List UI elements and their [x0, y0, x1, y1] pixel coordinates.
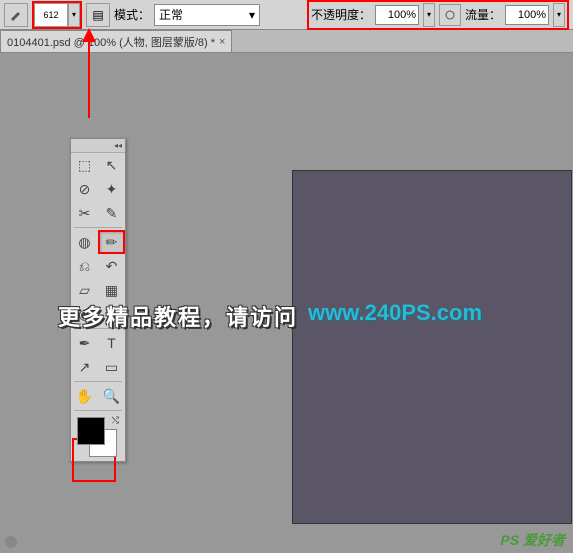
annotation-arrow-head — [82, 28, 96, 42]
watermark-text: 更多精品教程，请访问 — [58, 300, 298, 332]
type-tool-icon[interactable]: T — [98, 331, 125, 355]
flow-label: 流量： — [465, 6, 501, 23]
brush-size-dropdown-icon[interactable]: ▾ — [68, 3, 80, 27]
tools-grid: ⬚ ↖ ⊘ ✦ ✂ ✎ ◍ ✏ ⎌ ↶ ▱ ▦ ◉ ◐ ✒ T ↗ ▭ ✋ 🔍 — [71, 153, 125, 413]
pen-tool-icon[interactable]: ✒ — [71, 331, 98, 355]
flow-input[interactable]: 100% — [505, 5, 549, 25]
footer-logo-text: UiBQ.com — [21, 534, 84, 549]
collapse-icon[interactable]: ◂◂ — [114, 141, 122, 150]
annotation-arrow-line — [88, 30, 90, 118]
history-brush-tool-icon[interactable]: ↶ — [98, 254, 125, 278]
tool-preset-button[interactable] — [4, 3, 28, 27]
brush-tool-icon[interactable]: ✏ — [98, 230, 125, 254]
wand-tool-icon[interactable]: ✦ — [98, 177, 125, 201]
tool-separator — [74, 410, 122, 411]
footer-logo: UiBQ.com — [4, 534, 84, 549]
brush-preset-highlight: 612 ▾ — [32, 1, 82, 29]
flow-dropdown-icon[interactable]: ▾ — [553, 3, 565, 27]
marquee-tool-icon[interactable]: ⬚ — [71, 153, 98, 177]
crop-tool-icon[interactable]: ✂ — [71, 201, 98, 225]
tool-separator — [74, 381, 122, 382]
document-tab-title: 0104401.psd @ 100% (人物, 图层蒙版/8) * — [7, 34, 215, 50]
opacity-input[interactable]: 100% — [375, 5, 419, 25]
logo-icon — [4, 535, 18, 549]
zoom-tool-icon[interactable]: 🔍 — [98, 384, 125, 408]
opacity-label: 不透明度： — [311, 6, 371, 23]
foreground-color-swatch[interactable] — [77, 417, 105, 445]
shape-tool-icon[interactable]: ▭ — [98, 355, 125, 379]
opacity-flow-highlight: 不透明度： 100% ▾ 流量： 100% ▾ — [307, 0, 569, 30]
tools-panel-header[interactable]: ◂◂ — [71, 139, 125, 153]
hand-tool-icon[interactable]: ✋ — [71, 384, 98, 408]
mode-label: 模式： — [114, 6, 150, 23]
tab-close-icon[interactable]: × — [219, 36, 225, 48]
eyedropper-tool-icon[interactable]: ✎ — [98, 201, 125, 225]
gradient-tool-icon[interactable]: ▦ — [98, 278, 125, 302]
heal-tool-icon[interactable]: ◍ — [71, 230, 98, 254]
opacity-dropdown-icon[interactable]: ▾ — [423, 3, 435, 27]
document-tab[interactable]: 0104401.psd @ 100% (人物, 图层蒙版/8) * × — [0, 30, 232, 52]
move-tool-icon[interactable]: ↖ — [98, 153, 125, 177]
brush-size-display[interactable]: 612 — [34, 3, 68, 27]
swap-colors-icon[interactable]: ⤭ — [112, 415, 119, 426]
mode-select[interactable]: 正常 ▾ — [154, 4, 260, 26]
stamp-tool-icon[interactable]: ⎌ — [71, 254, 98, 278]
brush-panel-toggle-icon[interactable]: ▤ — [86, 3, 110, 27]
footer-right-text: PS 爱好者 — [500, 530, 565, 550]
eraser-tool-icon[interactable]: ▱ — [71, 278, 98, 302]
watermark-url: www.240PS.com — [308, 300, 482, 326]
options-bar: 612 ▾ ▤ 模式： 正常 ▾ 不透明度： 100% ▾ 流量： 100% ▾ — [0, 0, 573, 30]
lasso-tool-icon[interactable]: ⊘ — [71, 177, 98, 201]
path-select-tool-icon[interactable]: ↗ — [71, 355, 98, 379]
tool-separator — [74, 227, 122, 228]
pressure-opacity-button[interactable] — [439, 4, 461, 26]
mode-value: 正常 — [159, 6, 183, 23]
canvas-area[interactable] — [292, 170, 572, 524]
mode-dropdown-icon: ▾ — [249, 8, 255, 22]
color-swatches: ⤭ — [71, 413, 125, 461]
